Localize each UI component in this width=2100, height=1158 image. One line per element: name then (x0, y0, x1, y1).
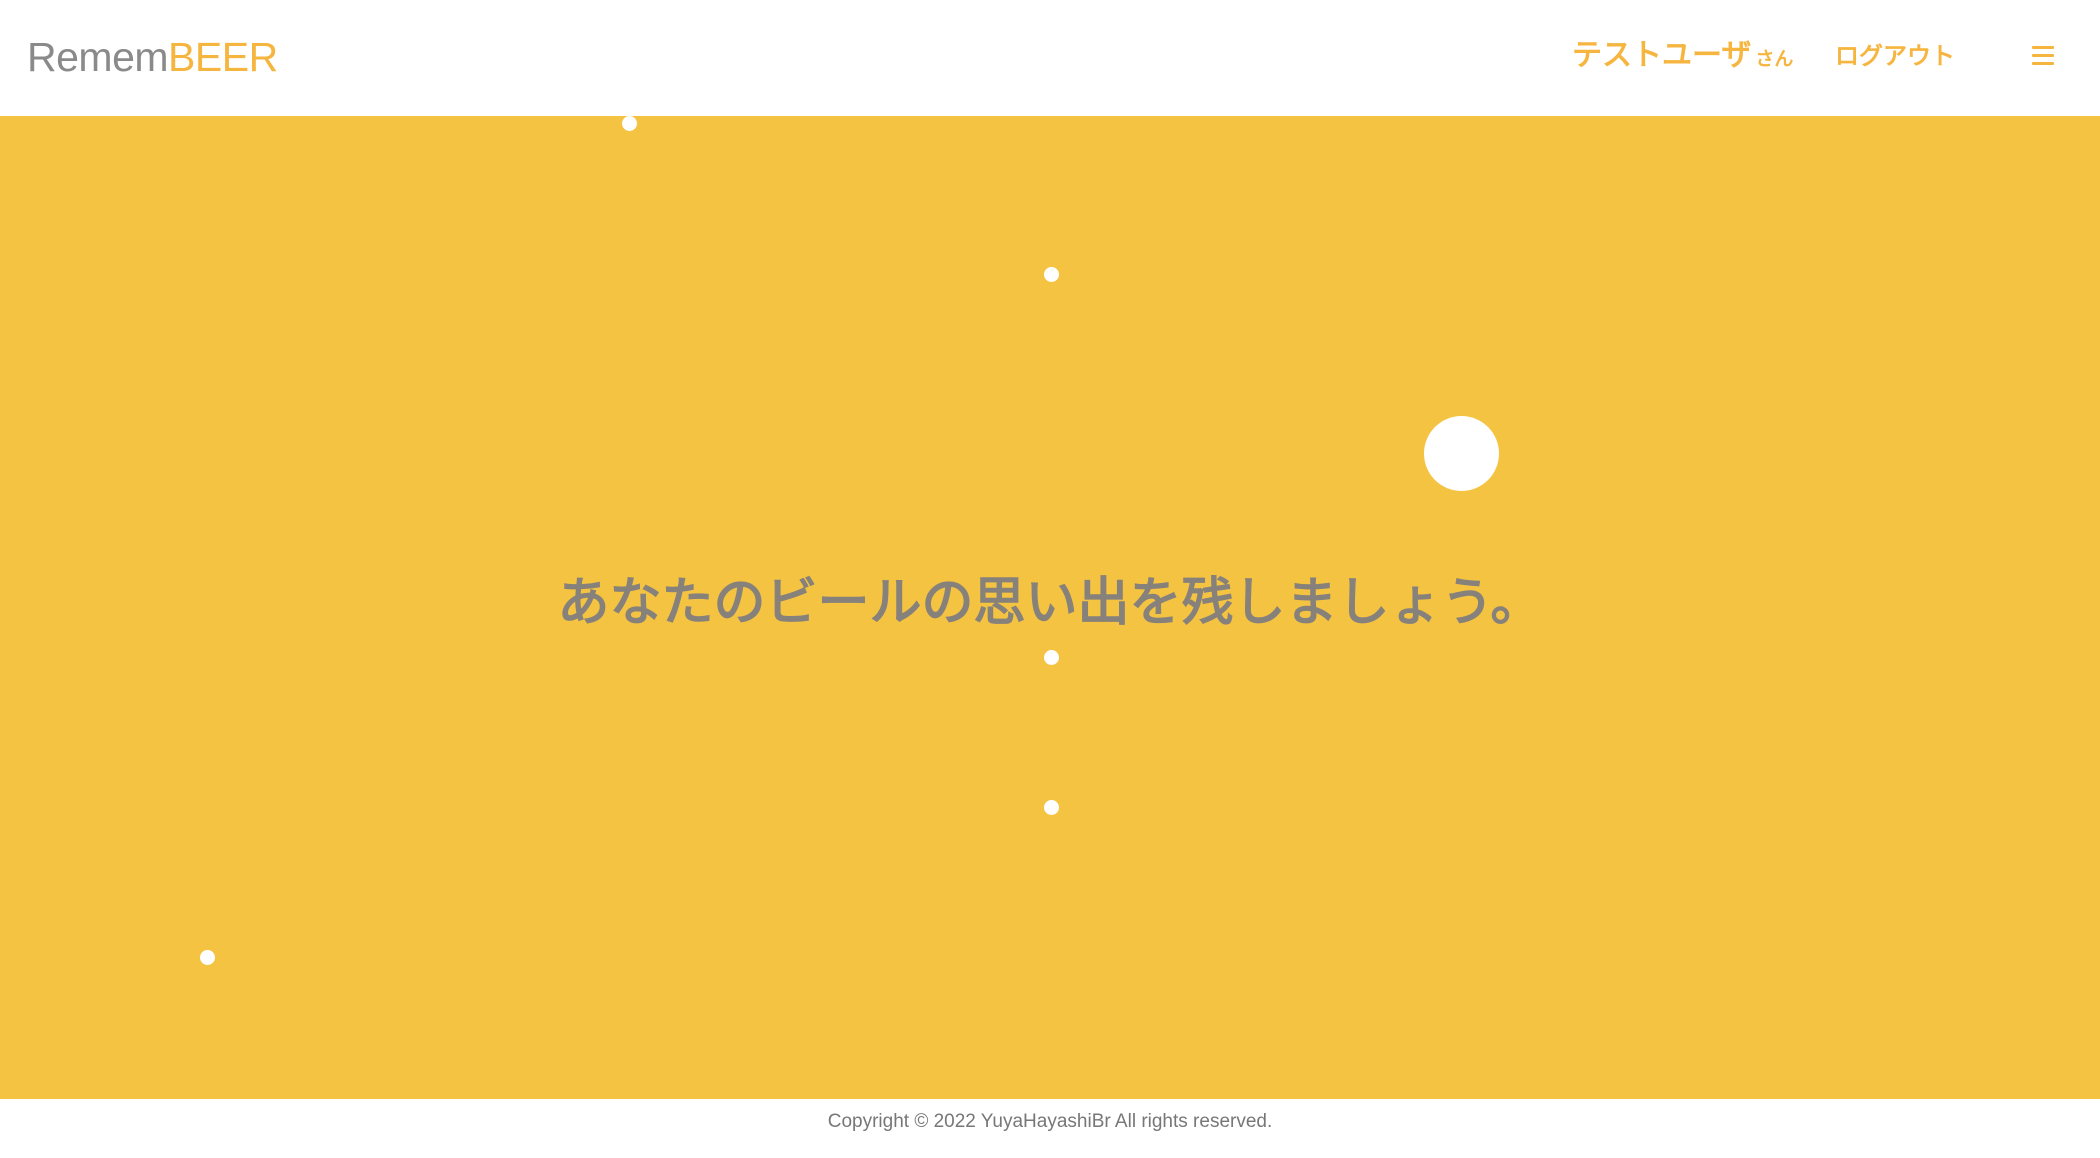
bubble-decoration (200, 950, 215, 965)
hero-section: あなたのビールの思い出を残しましょう。 (0, 116, 2100, 1099)
hamburger-menu-icon[interactable] (2032, 42, 2056, 70)
user-name-label: テストユーザ (1572, 38, 1752, 73)
bubble-decoration (622, 116, 637, 131)
user-greeting[interactable]: テストユーザ さん (1572, 34, 1793, 81)
logo-text-beer: BEER (168, 34, 278, 80)
bubble-decoration (1044, 800, 1059, 815)
bubble-decoration (1424, 416, 1499, 491)
site-logo[interactable]: RememBEER (27, 32, 278, 82)
user-honorific: さん (1755, 48, 1794, 70)
hero-tagline: あなたのビールの思い出を残しましょう。 (557, 573, 1543, 633)
logout-link[interactable]: ログアウト (1835, 36, 1955, 76)
site-header: RememBEER テストユーザ さん ログアウト (0, 0, 2100, 116)
bubble-decoration (1044, 650, 1059, 665)
copyright-text: Copyright © 2022 YuyaHayashiBr All right… (827, 1111, 1273, 1132)
bubble-decoration (1044, 267, 1059, 282)
site-footer: Copyright © 2022 YuyaHayashiBr All right… (0, 1099, 2100, 1158)
logo-text-remem: Remem (27, 34, 169, 80)
